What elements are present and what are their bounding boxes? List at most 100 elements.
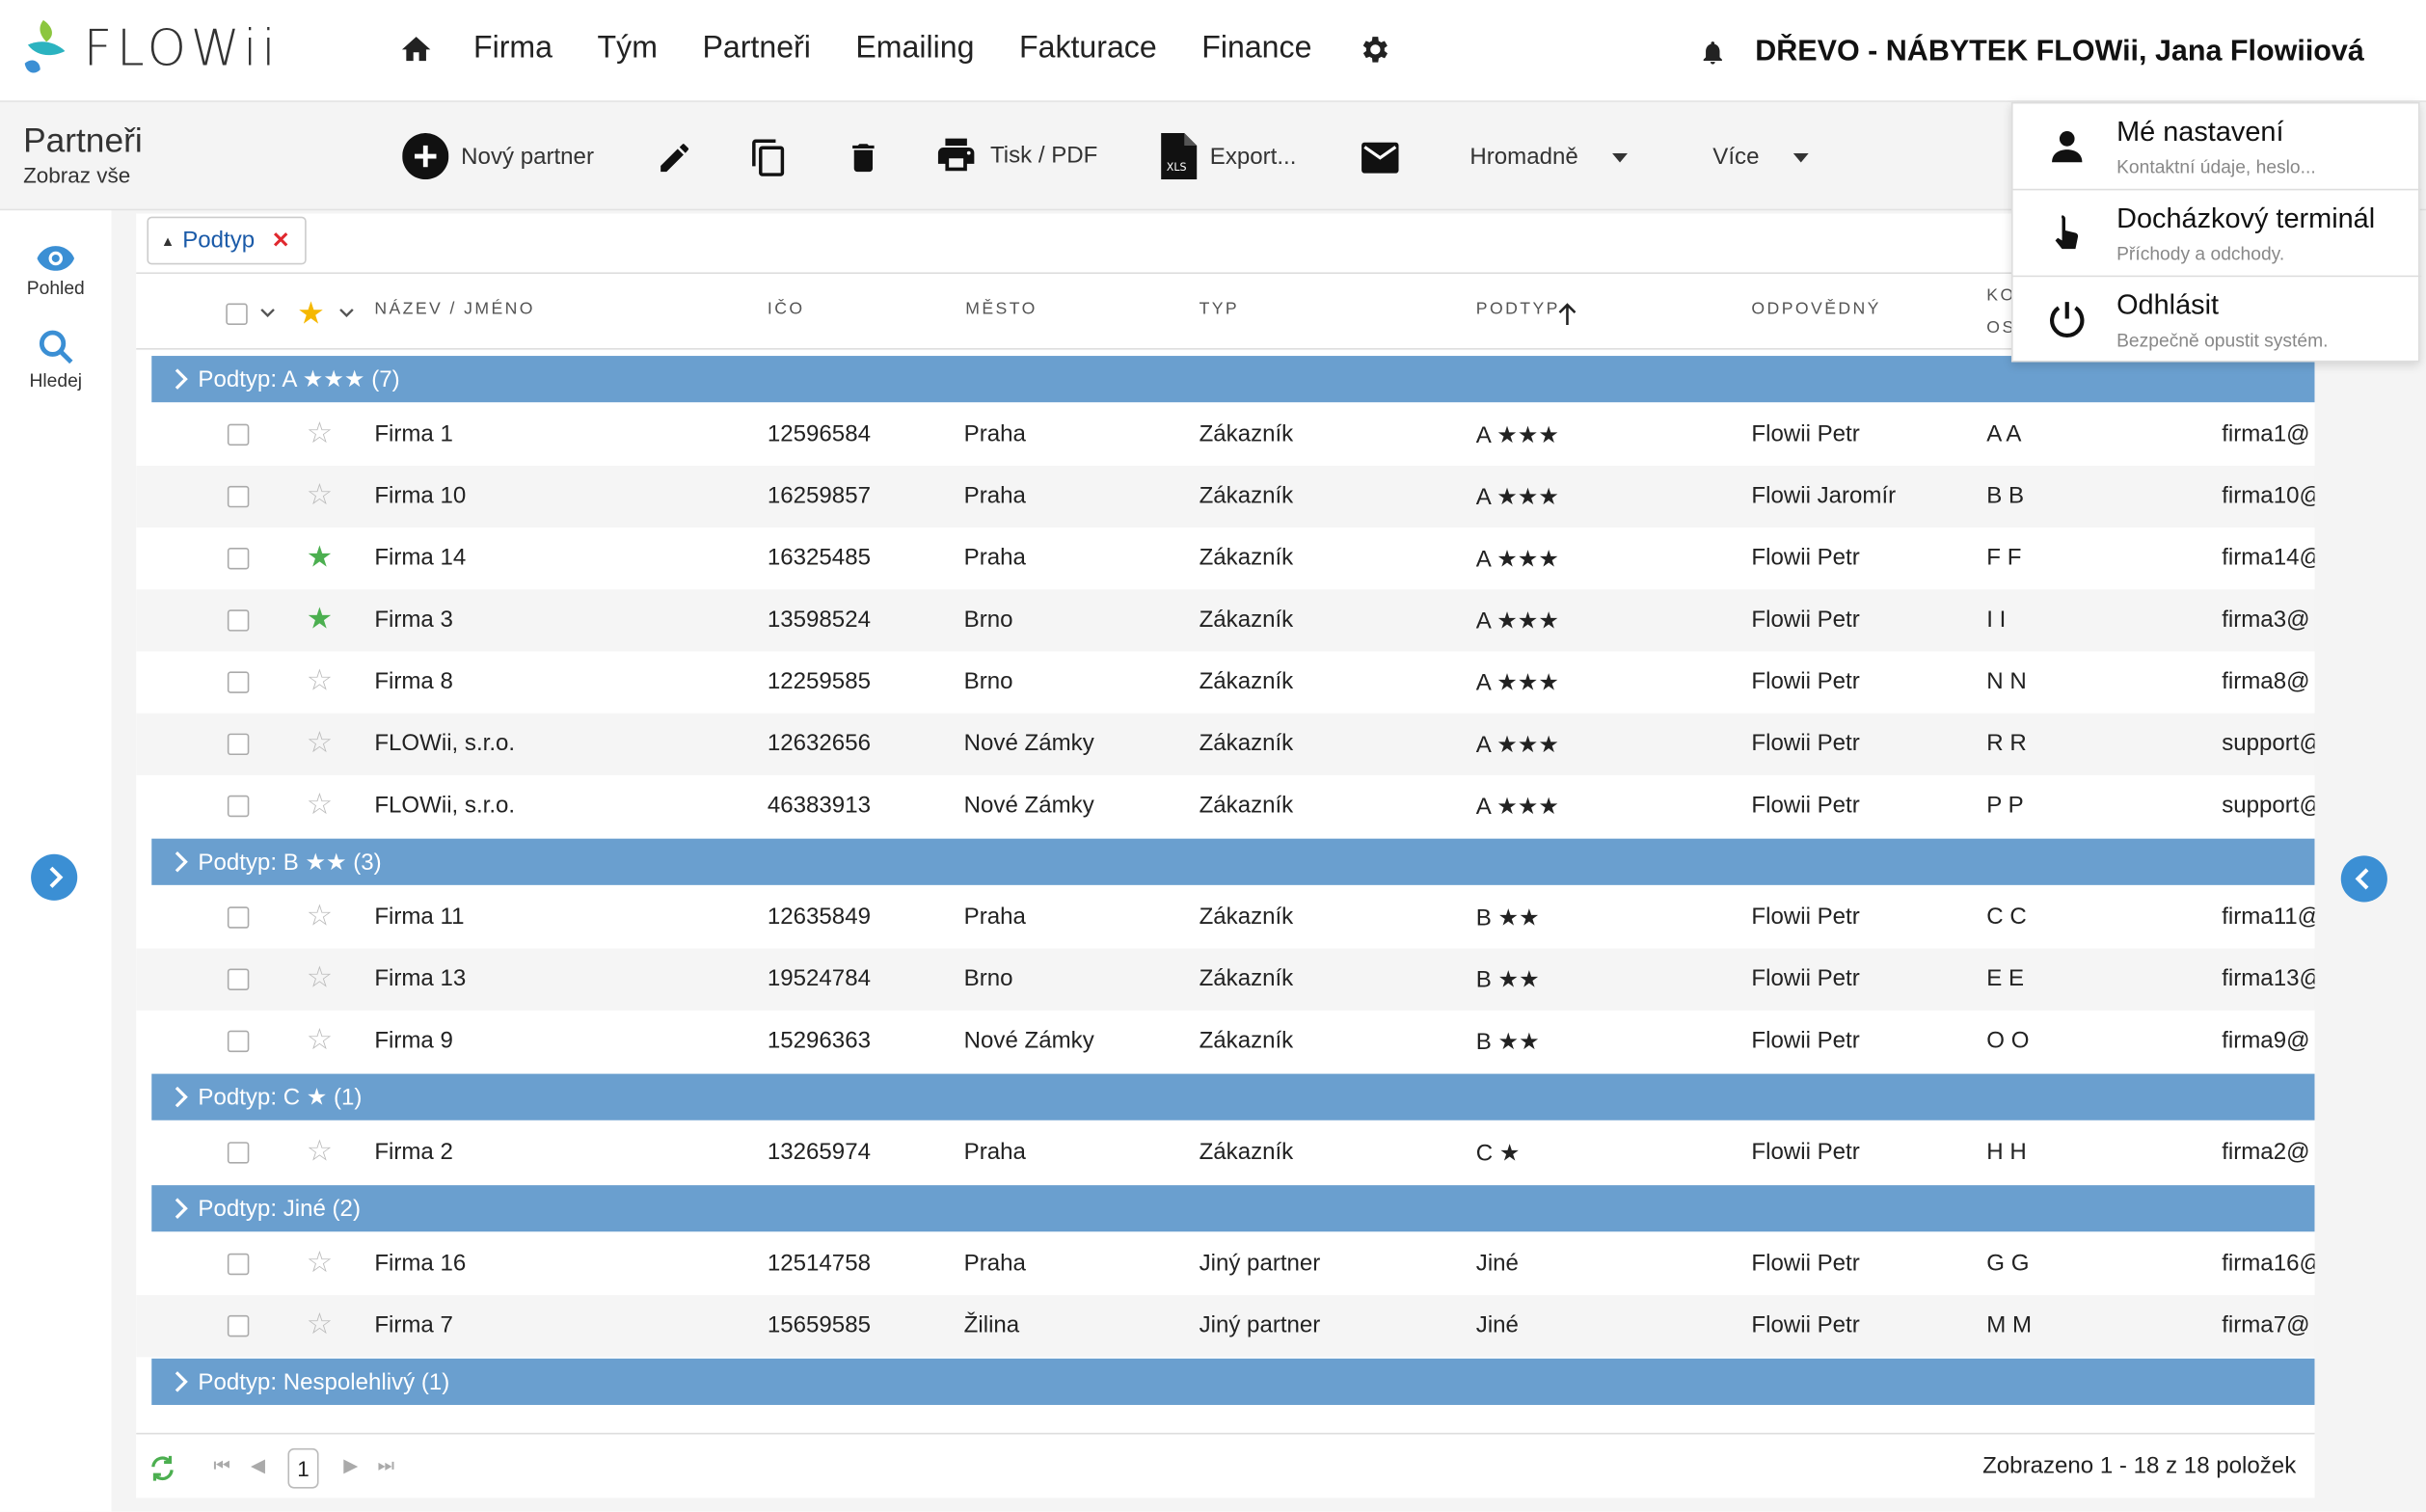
row-checkbox[interactable] (227, 1314, 250, 1337)
star-outline-icon[interactable]: ☆ (307, 1137, 333, 1166)
row-checkbox[interactable] (227, 671, 250, 693)
favorite-header-icon[interactable]: ★ (297, 294, 325, 333)
row-checkbox[interactable] (227, 609, 250, 632)
print-pdf-button[interactable]: Tisk / PDF (934, 133, 1097, 176)
row-checkbox[interactable] (227, 423, 250, 446)
col-owner[interactable]: ODPOVĚDNÝ (1751, 300, 1880, 318)
nav-fakturace[interactable]: Fakturace (1019, 31, 1157, 67)
nav-emailing[interactable]: Emailing (855, 31, 974, 67)
menu-item-logout[interactable]: Odhlásit Bezpečně opustit systém. (2013, 277, 2422, 364)
expand-left-button[interactable] (31, 853, 78, 901)
star-outline-icon[interactable]: ☆ (307, 964, 333, 993)
cell-name: Firma 8 (374, 668, 453, 695)
table-row[interactable]: ☆ Firma 13 19524784 Brno Zákazník B ★★ Flowii … (136, 948, 2315, 1011)
menu-item-terminal[interactable]: Docházkový terminál Příchody a odchody. (2012, 190, 2422, 278)
nav-firma[interactable]: Firma (473, 31, 553, 67)
chevron-down-icon[interactable] (338, 308, 354, 317)
logo[interactable]: FLOWii (21, 15, 280, 80)
star-outline-icon[interactable]: ☆ (307, 481, 333, 510)
chevron-right-icon (175, 1086, 188, 1108)
group-header[interactable]: Podtyp: A ★★★ (7) (151, 356, 2315, 403)
table-row[interactable]: ★ Firma 14 16325485 Praha Zákazník A ★★★ Flowi… (136, 527, 2314, 589)
table-row[interactable]: ★ Firma 3 13598524 Brno Zákazník A ★★★ Flowii … (136, 589, 2315, 652)
company-user[interactable]: DŘEVO - NÁBYTEK FLOWii, Jana Flowiiová (1700, 36, 2364, 69)
bell-icon[interactable] (1700, 39, 1728, 67)
email-icon[interactable] (1361, 142, 1399, 174)
last-page-icon[interactable]: ⏭ (378, 1454, 394, 1477)
cell-ico: 13265974 (767, 1138, 871, 1166)
menu-item-settings[interactable]: Mé nastavení Kontaktní údaje, heslo... (2012, 104, 2422, 191)
search-button[interactable]: Hledej (0, 328, 112, 392)
bulk-dropdown[interactable]: Hromadně (1469, 144, 1640, 171)
table-row[interactable]: ☆ FLOWii, s.r.o. 12632656 Nové Zámky Zákazní… (136, 713, 2315, 775)
nav-partneri[interactable]: Partneři (702, 31, 810, 67)
group-filter-chip[interactable]: ▲ Podtyp ✕ (147, 216, 307, 265)
group-header[interactable]: Podtyp: B ★★ (3) (151, 838, 2315, 885)
nav-tym[interactable]: Tým (598, 31, 658, 67)
refresh-icon[interactable] (148, 1454, 176, 1482)
row-checkbox[interactable] (227, 968, 250, 990)
row-checkbox[interactable] (227, 906, 250, 929)
table-row[interactable]: ☆ Firma 11 12635849 Praha Zákazník B ★★ Flowii… (136, 886, 2314, 948)
col-subtype[interactable]: PODTYP (1476, 300, 1560, 318)
star-outline-icon[interactable]: ☆ (307, 791, 333, 820)
trash-icon[interactable] (845, 136, 882, 179)
cell-email: firma3@ (2222, 607, 2310, 634)
table-row[interactable]: ☆ Firma 10 16259857 Praha Zákazník A ★★★ Flowi… (136, 465, 2315, 528)
row-checkbox[interactable] (227, 1253, 250, 1276)
view-button[interactable]: Pohled (0, 245, 112, 299)
group-header[interactable]: Podtyp: Jiné (2) (151, 1185, 2315, 1232)
first-page-icon[interactable]: ⏮ (213, 1454, 229, 1477)
pencil-icon[interactable] (656, 139, 693, 176)
col-city[interactable]: MĚSTO (965, 300, 1037, 318)
table-row[interactable]: ☆ Firma 1 12596584 Praha Zákazník A ★★★ Flowii… (136, 404, 2314, 466)
cell-ico: 12514758 (767, 1250, 871, 1277)
col-name[interactable]: NÁZEV / JMÉNO (374, 300, 535, 318)
favorite-star-icon[interactable]: ★ (307, 605, 333, 634)
table-row[interactable]: ☆ FLOWii, s.r.o. 46383913 Nové Zámky Zákazní… (136, 775, 2314, 837)
table-row[interactable]: ☆ Firma 9 15296363 Nové Zámky Zákazník B ★★ Fl… (136, 1011, 2314, 1072)
favorite-star-icon[interactable]: ★ (307, 543, 333, 572)
star-outline-icon[interactable]: ☆ (307, 729, 333, 758)
gear-icon[interactable] (1357, 32, 1390, 66)
table-row[interactable]: ☆ Firma 8 12259585 Brno Zákazník A ★★★ Flowii … (136, 652, 2314, 714)
group-header[interactable]: Podtyp: C ★ (1) (151, 1073, 2315, 1120)
row-checkbox[interactable] (227, 795, 250, 818)
nav-finance[interactable]: Finance (1201, 31, 1311, 67)
next-page-icon[interactable]: ▶ (343, 1454, 358, 1475)
row-checkbox[interactable] (227, 485, 250, 508)
cell-email: firma9@ (2222, 1027, 2310, 1054)
table-row[interactable]: ☆ Firma 16 12514758 Praha Jiný partner Jiné Fl… (136, 1233, 2314, 1295)
export-button[interactable]: XLS Export... (1160, 132, 1296, 180)
row-checkbox[interactable] (227, 548, 250, 570)
search-icon (39, 330, 73, 364)
star-outline-icon[interactable]: ☆ (307, 1310, 333, 1339)
prev-page-icon[interactable]: ◀ (251, 1454, 265, 1475)
col-ico[interactable]: IČO (768, 300, 805, 318)
group-header[interactable]: Podtyp: Nespolehlivý (1) (151, 1358, 2315, 1405)
menu-subtitle: Příchody a odchody. (2116, 242, 2285, 265)
collapse-right-button[interactable] (2340, 855, 2387, 903)
col-type[interactable]: TYP (1200, 300, 1240, 318)
star-outline-icon[interactable]: ☆ (307, 419, 333, 448)
copy-icon[interactable] (749, 136, 790, 179)
new-partner-button[interactable]: Nový partner (402, 132, 594, 180)
row-checkbox[interactable] (227, 733, 250, 756)
star-outline-icon[interactable]: ☆ (307, 902, 333, 931)
star-outline-icon[interactable]: ☆ (307, 667, 333, 696)
current-page[interactable]: 1 (287, 1447, 319, 1489)
star-outline-icon[interactable]: ☆ (307, 1026, 333, 1055)
table-row[interactable]: ☆ Firma 2 13265974 Praha Zákazník C ★ Flowii P… (136, 1121, 2314, 1183)
row-checkbox[interactable] (227, 1030, 250, 1053)
cell-email: firma1@ (2222, 420, 2310, 447)
remove-filter-icon[interactable]: ✕ (272, 228, 290, 254)
table-row[interactable]: ☆ Firma 7 15659585 Žilina Jiný partner Jiné Fl… (136, 1295, 2315, 1358)
cell-city: Žilina (963, 1311, 1020, 1338)
star-outline-icon[interactable]: ☆ (307, 1249, 333, 1278)
more-dropdown[interactable]: Více (1712, 144, 1820, 171)
chevron-down-icon[interactable] (260, 308, 276, 317)
cell-ico: 16325485 (767, 544, 871, 572)
row-checkbox[interactable] (227, 1142, 250, 1164)
home-icon[interactable] (399, 32, 433, 66)
select-all-checkbox[interactable] (226, 303, 248, 325)
